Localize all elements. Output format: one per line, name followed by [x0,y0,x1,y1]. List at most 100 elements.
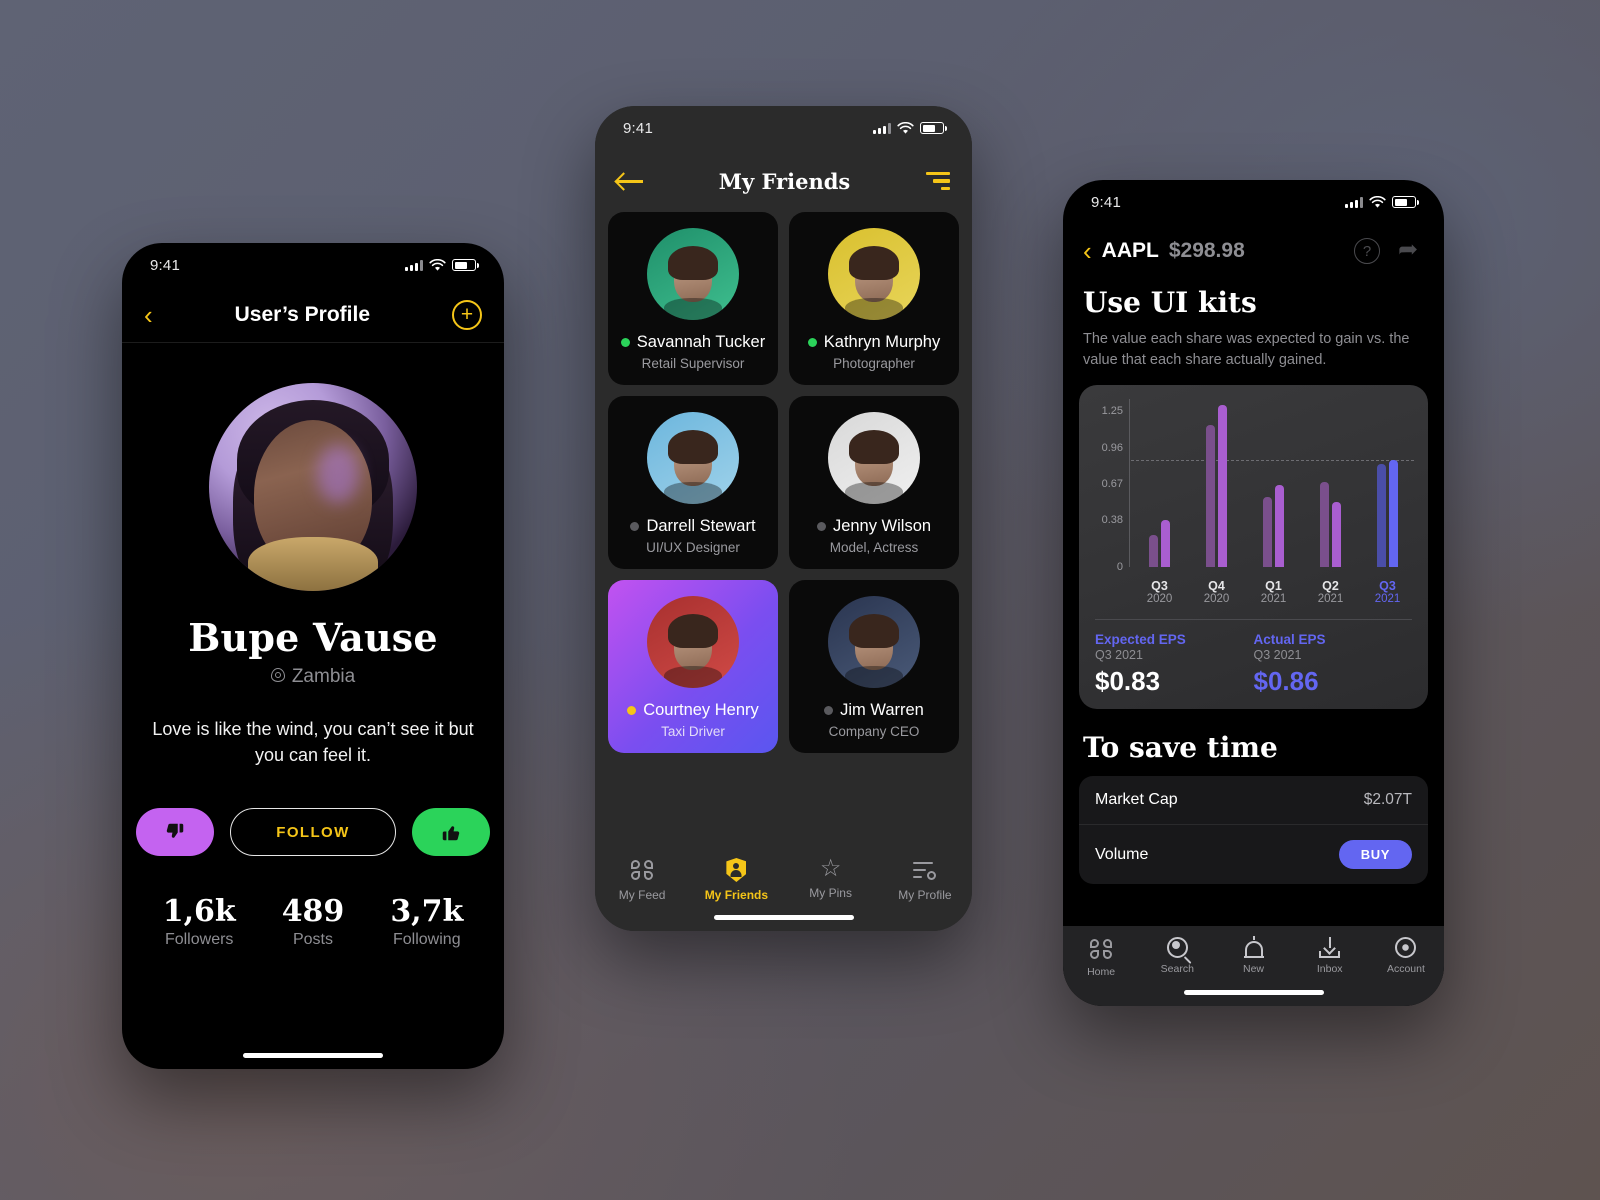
signal-icon [405,259,423,271]
x-axis-labels: Q3 2020 Q4 2020 Q1 2021 Q2 2021 Q3 2021 [1131,579,1416,605]
x-tick-label: Q2 2021 [1318,579,1344,605]
tab-my-pins[interactable]: ☆ My Pins [784,857,878,901]
y-axis-line [1129,399,1130,568]
filter-icon[interactable] [925,171,950,191]
friend-card[interactable]: Jenny Wilson Model, Actress [789,396,959,569]
help-icon[interactable]: ? [1354,238,1380,264]
bar-expected [1263,497,1272,568]
x-tick-year: 2020 [1146,593,1173,606]
profile-phone: 9:41 ‹ User’s Profile + Bupe Vause Zambi… [122,243,504,1069]
back-arrow-icon[interactable] [617,172,643,190]
tab-my-feed[interactable]: My Feed [595,858,689,902]
avatar [647,412,739,504]
friend-name: Courtney Henry [643,701,759,719]
tab-label: My Pins [809,886,852,900]
eps-summary: Expected EPS Q3 2021 $0.83 Actual EPS Q3… [1089,620,1418,697]
status-icons [405,258,479,272]
x-tick-quarter: Q1 [1265,579,1282,594]
page-subtitle: The value each share was expected to gai… [1083,331,1410,369]
eps-bar-chart: 0 0.38 0.67 0.96 1.25 Q3 2020 Q4 2020 Q1 2021 Q2 20… [1089,399,1418,605]
signal-icon [873,122,891,134]
x-tick-year: 2020 [1203,593,1230,606]
back-button[interactable]: ‹ [144,302,153,328]
bar-group [1263,399,1284,568]
status-time: 9:41 [150,256,180,274]
friend-name-row: Kathryn Murphy [797,333,951,352]
friend-name: Darrell Stewart [646,517,756,535]
like-button[interactable] [412,808,490,857]
follow-button[interactable]: FOLLOW [230,808,396,857]
profile-bio: Love is like the wind, you can’t see it … [152,719,474,766]
status-bar: 9:41 [1063,180,1444,224]
friends-header: 9:41 My Friends [595,106,972,212]
friend-card[interactable]: Courtney Henry Taxi Driver [608,580,778,753]
tab-my-profile[interactable]: My Profile [878,858,972,902]
x-tick-year: 2021 [1374,593,1401,606]
back-button[interactable]: ‹ [1083,238,1092,264]
tab-label: New [1243,963,1265,975]
x-tick-quarter: Q3 [1151,579,1168,594]
ticker-price: $298.98 [1168,239,1245,262]
bar-actual [1389,460,1398,568]
tab-search[interactable]: Search [1139,937,1215,975]
friends-navbar: My Friends [595,150,972,212]
tab-inbox[interactable]: Inbox [1292,937,1368,975]
tab-label: My Feed [618,888,666,902]
stat-value: 489 [281,894,345,930]
bar-actual [1218,405,1227,568]
page-title: My Friends [718,168,851,194]
tab-home[interactable]: Home [1063,937,1139,978]
friend-role: Photographer [833,356,915,371]
avatar [828,596,920,688]
status-dot [816,522,826,531]
actual-eps: Actual EPS Q3 2021 $0.86 [1254,632,1413,697]
friends-phone: 9:41 My Friends Savannah Tucker Retail Su… [595,106,972,931]
x-tick-year: 2021 [1317,593,1344,606]
profile-stats: 1,6k Followers 489 Posts 3,7k Following [122,894,504,949]
tab-label: My Friends [704,888,769,902]
row-label: Volume [1095,845,1149,863]
friend-name-row: Darrell Stewart [616,517,770,536]
stat-value: 1,6k [162,894,236,930]
share-icon[interactable]: ➦ [1398,238,1424,264]
friend-card[interactable]: Jim Warren Company CEO [789,580,959,753]
shield-icon [726,858,747,882]
tab-label: Account [1386,963,1425,975]
profile-navbar: ‹ User’s Profile + [122,287,504,343]
status-dot [824,706,834,715]
x-tick-label: Q3 2020 [1147,579,1173,605]
tab-new[interactable]: New [1215,936,1291,975]
add-button[interactable]: + [451,299,482,330]
friend-card[interactable]: Darrell Stewart UI/UX Designer [608,396,778,569]
status-icons [1345,195,1419,209]
avatar [209,383,417,591]
bar-actual [1275,484,1284,568]
buy-button[interactable]: BUY [1338,840,1412,870]
status-time: 9:41 [623,119,653,137]
bar-group [1206,399,1227,568]
bar-group [1320,399,1341,568]
friend-name: Jim Warren [840,701,924,719]
table-row[interactable]: Market Cap $2.07T [1079,776,1428,824]
x-tick-quarter: Q3 [1379,579,1396,594]
actual-eps-period: Q3 2021 [1253,648,1302,663]
friend-name: Kathryn Murphy [823,333,941,351]
grid-icon [1089,937,1113,961]
table-row[interactable]: Volume BUY [1079,824,1428,884]
home-indicator [243,1053,383,1058]
bar-expected [1320,482,1329,568]
y-axis-ticks: 0 0.38 0.67 0.96 1.25 [1089,399,1129,573]
navbar-actions: ? ➦ [1354,238,1424,264]
x-tick-label: Q1 2021 [1261,579,1287,605]
friend-name-row: Jenny Wilson [797,517,951,536]
friend-card[interactable]: Savannah Tucker Retail Supervisor [608,212,778,385]
dislike-button[interactable] [136,808,214,857]
bar-expected [1377,463,1386,568]
tab-my-friends[interactable]: My Friends [689,858,783,902]
battery-icon [452,259,479,271]
tab-account[interactable]: Account [1368,937,1444,975]
friend-card[interactable]: Kathryn Murphy Photographer [789,212,959,385]
stats-list: Market Cap $2.07T Volume BUY [1079,776,1428,885]
friend-name: Savannah Tucker [636,333,766,351]
bar-expected [1149,534,1158,568]
